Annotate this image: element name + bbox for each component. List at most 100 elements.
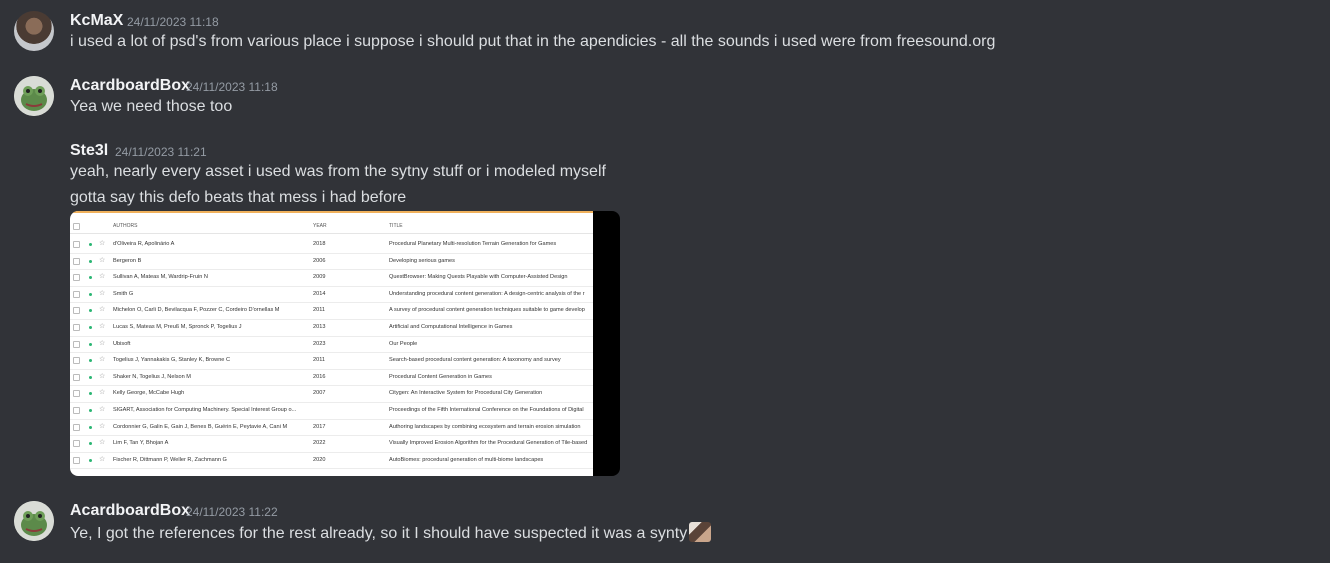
table-row: ☆ Ubisoft 2023 Our People bbox=[70, 336, 593, 354]
cell-title: Understanding procedural content generat… bbox=[389, 290, 585, 297]
header-authors: AUTHORS bbox=[113, 223, 138, 229]
header-year: YEAR bbox=[313, 223, 327, 229]
status-dot-icon bbox=[89, 292, 92, 296]
table-row: ☆ Bergeron B 2006 Developing serious games bbox=[70, 253, 593, 271]
row-checkbox-icon bbox=[73, 390, 80, 398]
row-checkbox-icon bbox=[73, 307, 80, 315]
header-title: TITLE bbox=[389, 223, 403, 229]
star-icon: ☆ bbox=[99, 256, 106, 264]
status-dot-icon bbox=[89, 425, 92, 429]
table-row: ☆ Lucas S, Mateas M, Preuß M, Spronck P, … bbox=[70, 319, 593, 337]
cell-authors: Togelius J, Yannakakis G, Stanley K, Bro… bbox=[113, 357, 231, 364]
row-checkbox-icon bbox=[73, 290, 80, 298]
table-row: ☆ Smith G 2014 Understanding procedural con… bbox=[70, 286, 593, 304]
message-text: yeah, nearly every asset i used was from… bbox=[70, 163, 606, 180]
star-icon: ☆ bbox=[99, 306, 106, 314]
select-all-checkbox-icon bbox=[73, 223, 80, 230]
message-timestamp: 24/11/2023 11:21 bbox=[115, 145, 207, 159]
status-dot-icon bbox=[89, 326, 92, 329]
image-attachment[interactable]: AUTHORS YEAR TITLE ☆ d'Oliveira R, Apolin… bbox=[70, 211, 620, 476]
table-row: ☆ Kelly George, McCabe Hugh 2007 Citygen: A… bbox=[70, 385, 593, 403]
cell-year: 2011 bbox=[313, 307, 326, 314]
avatar-acardboardbox[interactable] bbox=[14, 76, 54, 116]
table-row: ☆ Shaker N, Togelius J, Nelson M 2016 Proce… bbox=[70, 369, 593, 387]
status-dot-icon bbox=[89, 375, 92, 379]
cell-year: 2009 bbox=[313, 274, 326, 281]
star-icon: ☆ bbox=[99, 439, 106, 447]
status-dot-icon bbox=[89, 392, 92, 396]
cell-title: Visually Improved Erosion Algorithm for … bbox=[389, 440, 588, 447]
avatar-acardboardbox[interactable] bbox=[14, 501, 54, 541]
message-timestamp: 24/11/2023 11:18 bbox=[127, 15, 219, 29]
cell-authors: Ubisoft bbox=[113, 340, 131, 347]
row-checkbox-icon bbox=[73, 373, 80, 381]
table-row: ☆ Sullivan A, Mateas M, Wardrip-Fruin N 20… bbox=[70, 269, 593, 287]
status-dot-icon bbox=[89, 259, 92, 263]
cell-title: Procedural Content Generation in Games bbox=[389, 373, 492, 380]
star-icon: ☆ bbox=[99, 372, 106, 380]
status-dot-icon bbox=[89, 309, 92, 313]
table-row: ☆ Lim F, Tan Y, Bhojan A 2022 Visually Impr… bbox=[70, 435, 593, 453]
row-checkbox-icon bbox=[73, 340, 80, 348]
cell-year: 2006 bbox=[313, 257, 326, 264]
row-checkbox-icon bbox=[73, 274, 80, 282]
table-row: ☆ d'Oliveira R, Apolinário A 2018 Procedura… bbox=[70, 236, 593, 254]
message-text: Ye, I got the references for the rest al… bbox=[70, 522, 712, 544]
star-icon: ☆ bbox=[99, 339, 106, 347]
cell-year: 2020 bbox=[313, 456, 326, 463]
cell-authors: Fischer R, Dittmann P, Weller R, Zachman… bbox=[113, 456, 227, 463]
cell-authors: Sullivan A, Mateas M, Wardrip-Fruin N bbox=[113, 274, 208, 281]
cell-title: Procedural Planetary Multi-resolution Te… bbox=[389, 241, 557, 247]
cell-year: 2017 bbox=[313, 423, 326, 430]
cell-title: QuestBrowser: Making Quests Playable wit… bbox=[389, 274, 568, 281]
cell-year: 2014 bbox=[313, 290, 326, 297]
cell-authors: Smith G bbox=[113, 290, 134, 297]
cell-title: A survey of procedural content generatio… bbox=[389, 307, 585, 314]
status-dot-icon bbox=[89, 276, 92, 280]
row-checkbox-icon bbox=[73, 241, 80, 248]
cell-authors: d'Oliveira R, Apolinário A bbox=[113, 241, 175, 247]
cell-title: Our People bbox=[389, 340, 418, 347]
table-row: ☆ SIGART, Association for Computing Machi… bbox=[70, 402, 593, 420]
cell-year: 2013 bbox=[313, 324, 326, 330]
frog-avatar-icon bbox=[14, 501, 54, 541]
cell-year: 2007 bbox=[313, 390, 326, 397]
star-icon: ☆ bbox=[99, 406, 106, 413]
cell-title: Developing serious games bbox=[389, 257, 455, 264]
cell-title: Citygen: An Interactive System for Proce… bbox=[389, 390, 543, 397]
message-text-content: Ye, I got the references for the rest al… bbox=[70, 525, 688, 542]
cell-year: 2018 bbox=[313, 241, 326, 247]
row-checkbox-icon bbox=[73, 357, 80, 365]
message-timestamp: 24/11/2023 11:22 bbox=[186, 505, 278, 519]
status-dot-icon bbox=[89, 243, 92, 246]
cell-authors: Lucas S, Mateas M, Preuß M, Spronck P, T… bbox=[113, 324, 242, 330]
star-icon: ☆ bbox=[99, 356, 106, 364]
author-name[interactable]: KcMaX bbox=[70, 12, 123, 30]
cell-title: Search-based procedural content generati… bbox=[389, 357, 561, 364]
author-name[interactable]: AcardboardBox bbox=[70, 502, 190, 520]
status-dot-icon bbox=[89, 409, 92, 412]
author-name[interactable]: Ste3l bbox=[70, 142, 108, 160]
custom-emoji-icon[interactable] bbox=[689, 522, 712, 542]
message-timestamp: 24/11/2023 11:18 bbox=[186, 80, 278, 94]
cell-authors: Cordonnier G, Galin E, Gain J, Benes B, … bbox=[113, 423, 288, 430]
cell-authors: Kelly George, McCabe Hugh bbox=[113, 390, 185, 397]
cell-title: AutoBiomes: procedural generation of mul… bbox=[389, 456, 544, 463]
row-checkbox-icon bbox=[73, 423, 80, 431]
avatar-kcmax[interactable] bbox=[14, 11, 54, 51]
author-name[interactable]: AcardboardBox bbox=[70, 77, 190, 95]
star-icon: ☆ bbox=[99, 389, 106, 397]
status-dot-icon bbox=[89, 458, 92, 462]
status-dot-icon bbox=[89, 342, 92, 346]
cell-year: 2011 bbox=[313, 357, 326, 364]
cell-authors: SIGART, Association for Computing Machin… bbox=[113, 407, 297, 413]
references-table-screenshot: AUTHORS YEAR TITLE ☆ d'Oliveira R, Apolin… bbox=[70, 211, 593, 476]
cell-year: 2023 bbox=[313, 340, 326, 347]
cell-authors: Michelon O, Carli D, Bevilacqua F, Pozze… bbox=[113, 307, 280, 314]
message-text: i used a lot of psd's from various place… bbox=[70, 33, 996, 50]
star-icon: ☆ bbox=[99, 455, 106, 463]
table-row: ☆ Michelon O, Carli D, Bevilacqua F, Pozz… bbox=[70, 302, 593, 320]
table-header: AUTHORS YEAR TITLE bbox=[70, 219, 593, 234]
row-checkbox-icon bbox=[73, 324, 80, 331]
row-checkbox-icon bbox=[73, 440, 80, 448]
